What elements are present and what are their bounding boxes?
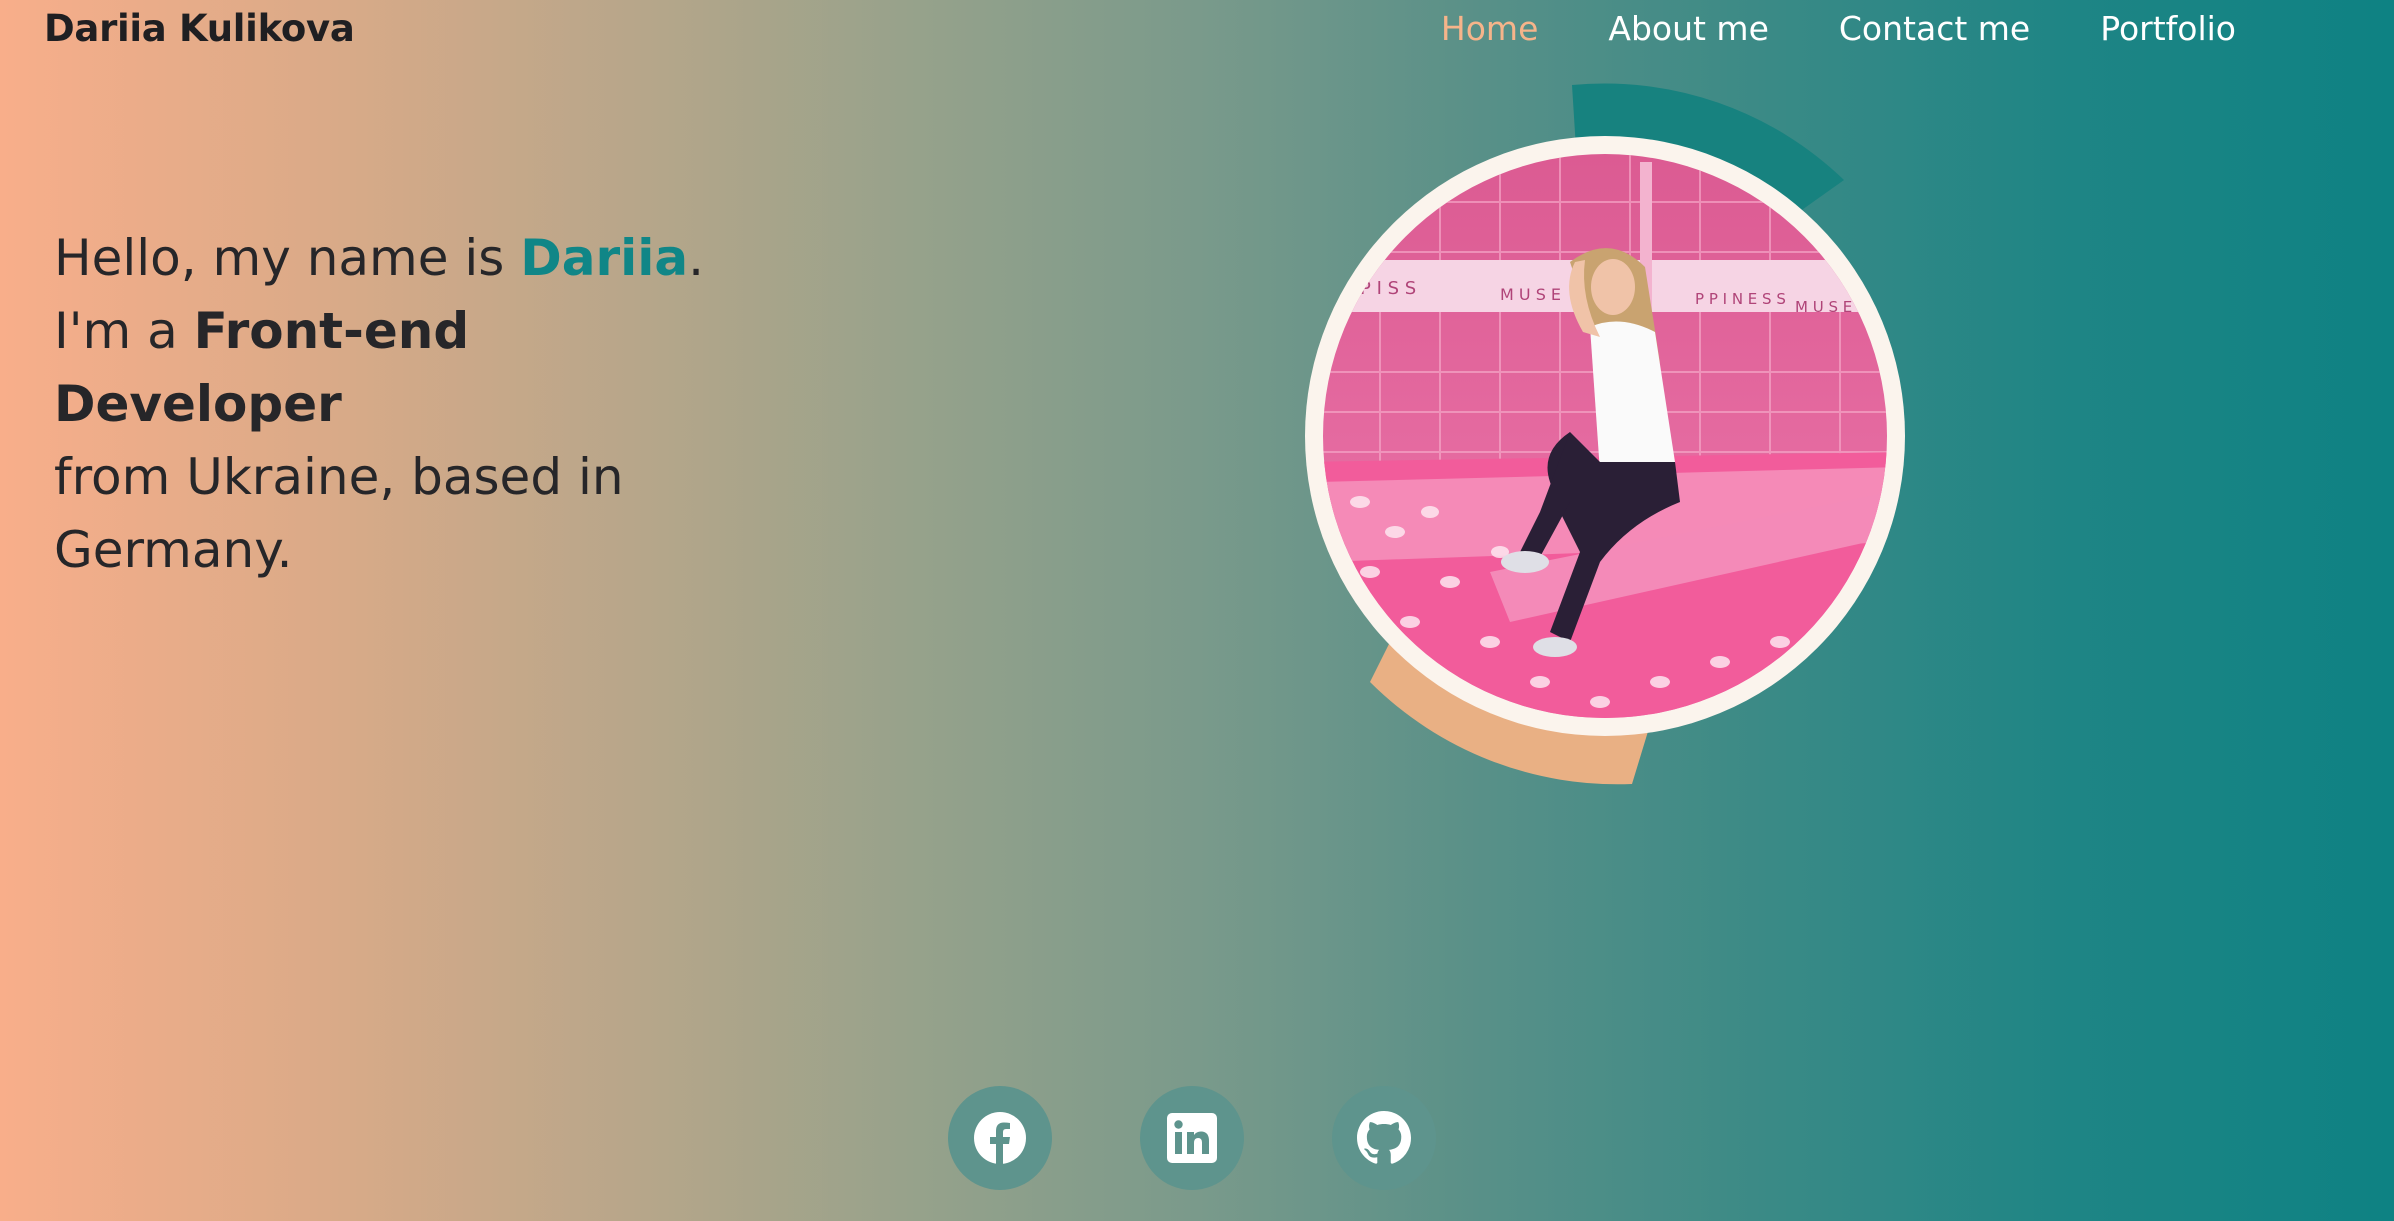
profile-photo-frame: P I S S M U S E P P I N E S S M U S E [1300,82,1910,792]
social-links [948,1086,1436,1190]
intro-role-prefix: I'm a [54,302,194,360]
nav-contact-me[interactable]: Contact me [1839,9,2030,49]
github-icon [1357,1111,1411,1164]
intro-text: Hello, my name is Dariia. I'm a Front-en… [54,222,734,587]
photo-lettering-2: M U S E [1500,285,1561,304]
site-logo[interactable]: Dariia Kulikova [44,8,355,50]
facebook-icon [974,1112,1026,1165]
facebook-link[interactable] [948,1086,1052,1190]
intro-greeting: Hello, my name is [54,229,521,287]
nav-portfolio[interactable]: Portfolio [2100,9,2236,49]
linkedin-link[interactable] [1140,1086,1244,1190]
nav-about-me[interactable]: About me [1608,9,1769,49]
linkedin-icon [1167,1113,1217,1163]
intro-name: Dariia [520,229,689,287]
photo-lettering-3: P P I N E S S [1695,290,1786,308]
nav-home[interactable]: Home [1441,9,1538,49]
profile-photo-illustration: P I S S M U S E P P I N E S S M U S E [1305,83,1905,785]
main-nav: Home About me Contact me Portfolio [1441,9,2236,49]
github-link[interactable] [1332,1086,1436,1190]
intro-location: from Ukraine, based in Germany. [54,448,624,579]
intro-period: . [688,229,705,287]
photo-lettering-4: M U S E [1795,298,1852,316]
